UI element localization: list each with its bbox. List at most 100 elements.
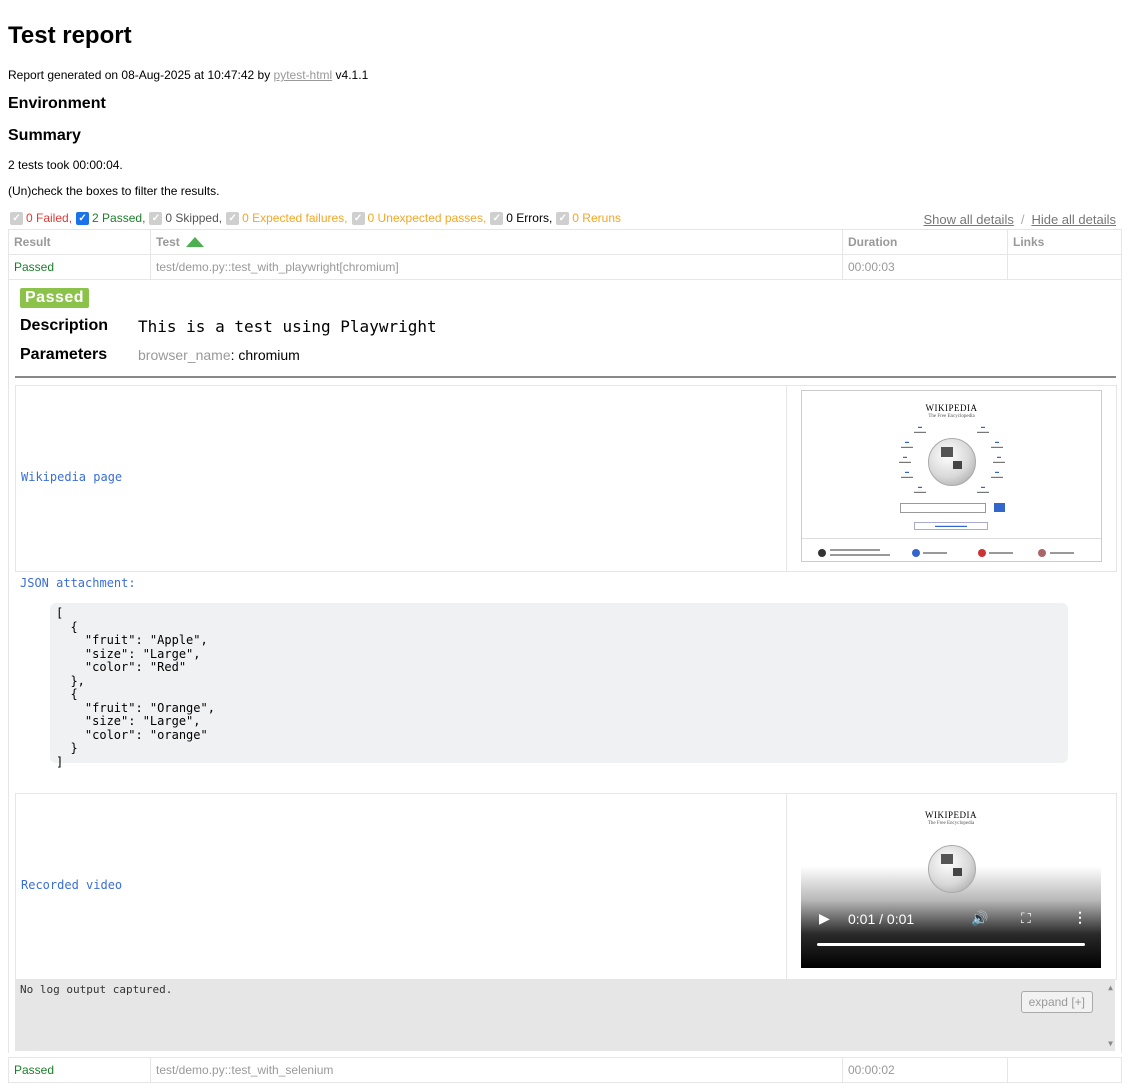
video-player[interactable]: WIKIPEDIA The Free Encyclopedia ▶ 0:01 /… [801,798,1101,968]
filter-xpassed[interactable]: ✓ 0 Unexpected passes, [351,211,487,225]
table-row[interactable]: Passed test/demo.py::test_with_selenium … [8,1057,1122,1083]
wiki-search-box [900,503,986,513]
description-label: Description [20,317,109,334]
status-badge: Passed [20,288,90,308]
parameters-label: Parameters [20,346,108,363]
wiki-footer-divider [802,538,1101,539]
duration-cell: 00:00:03 [842,254,1008,280]
links-cell [1007,1057,1122,1083]
filter-reruns[interactable]: ✓ 0 Reruns [556,211,621,225]
footer-text-line [830,554,890,556]
generated-prefix: Report generated on 08-Aug-2025 at 10:47… [8,68,274,82]
parameter-value-text: : chromium [230,347,300,363]
video-cell: WIKIPEDIA The Free Encyclopedia ▶ 0:01 /… [786,794,1117,979]
scroll-down-icon[interactable]: ▼ [1108,1039,1113,1048]
column-header-test-label: Test [156,235,180,249]
thumbnail-cell: WIKIPEDIA The Free Encyclopedia ▬ ▬▬▬ ▬ ▬▬… [786,386,1117,571]
filter-skipped-label: 0 Skipped, [165,211,223,225]
commons-icon [912,549,920,557]
filter-failed-checkbox[interactable]: ✓ [10,211,23,225]
parameter-value: browser_name: chromium [138,347,300,363]
wikipedia-attachment: Wikipedia page WIKIPEDIA The Free Encycl… [15,385,1117,572]
lang-link: ▬ ▬▬▬ [899,454,911,464]
wiki-tagline: The Free Encyclopedia [928,414,975,419]
details-separator: / [1020,212,1025,227]
wikipedia-globe-icon [928,438,976,486]
more-options-icon[interactable]: ⋮ [1073,909,1087,926]
lang-link: ▬ ▬▬▬ [993,454,1005,464]
filter-reruns-checkbox[interactable]: ✓ [556,211,570,225]
filter-skipped-checkbox[interactable]: ✓ [149,211,163,225]
footer-text-line [989,552,1013,554]
parameter-key: browser_name [138,347,231,363]
filter-xfailed-label: 0 Expected failures, [242,211,348,225]
column-header-duration[interactable]: Duration [842,229,1008,255]
lang-link: ▬ ▬▬▬ [914,484,926,494]
filter-xfailed[interactable]: ✓ 0 Expected failures, [226,211,348,225]
filter-passed-label: 2 Passed, [92,211,146,225]
video-progress-bar[interactable] [817,943,1085,946]
play-icon[interactable]: ▶ [819,910,830,927]
test-cell: test/demo.py::test_with_playwright[chrom… [150,254,843,280]
wiki-language-button: ▬▬▬▬▬▬▬▬ [914,522,988,530]
filter-skipped[interactable]: ✓ 0 Skipped, [149,211,222,225]
wiki-search-icon [994,503,1005,512]
log-output[interactable]: No log output captured. expand [+] ▲ ▼ [15,979,1115,1051]
filter-failed[interactable]: ✓ 0 Failed, [10,211,72,225]
filter-failed-label: 0 Failed, [26,211,73,225]
json-attachment-content: [ { "fruit": "Apple", "size": "Large", "… [50,603,1068,768]
fullscreen-icon[interactable]: ⛶ [1021,910,1031,927]
log-text: No log output captured. [20,983,173,996]
column-header-result[interactable]: Result [8,229,151,255]
result-cell: Passed [8,1057,151,1083]
filter-errors-checkbox[interactable]: ✓ [490,211,504,225]
wikipedia-thumbnail[interactable]: WIKIPEDIA The Free Encyclopedia ▬ ▬▬▬ ▬ ▬▬… [801,390,1102,562]
video-link[interactable]: Recorded video [21,878,122,892]
column-header-links: Links [1007,229,1122,255]
details-toggle: Show all details / Hide all details [924,212,1117,227]
filter-passed-checkbox[interactable]: ✓ [76,211,90,225]
volume-icon[interactable]: 🔊 [971,910,988,927]
summary-heading: Summary [8,127,81,144]
video-attachment: Recorded video WIKIPEDIA The Free Encycl… [15,793,1117,980]
scroll-up-icon[interactable]: ▲ [1108,983,1113,992]
filter-errors[interactable]: ✓ 0 Errors, [490,211,552,225]
table-row[interactable]: Passed test/demo.py::test_with_playwrigh… [8,254,1122,280]
lang-link: ▬ ▬▬▬ [977,484,989,494]
filter-xpassed-label: 0 Unexpected passes, [367,211,487,225]
lang-link: ▬ ▬▬▬ [901,469,913,479]
duration-cell: 00:00:02 [842,1057,1008,1083]
lang-link: ▬ ▬▬▬ [914,424,926,434]
hide-all-details-link[interactable]: Hide all details [1031,212,1116,227]
test-details-panel: Passed Description This is a test using … [8,279,1122,1053]
wikimedia-icon [818,549,826,557]
footer-text-line [830,549,880,551]
page-title: Test report [8,22,132,49]
table-header-row: Result Test Duration Links [8,229,1122,255]
lang-link: ▬ ▬▬▬ [977,424,989,434]
column-header-test[interactable]: Test [150,229,843,255]
json-attachment-label: JSON attachment: [20,576,136,590]
test-cell: test/demo.py::test_with_selenium [150,1057,843,1083]
results-table-continued: Passed test/demo.py::test_with_selenium … [8,1057,1122,1083]
wiktionary-icon [1038,549,1046,557]
links-cell [1007,254,1122,280]
filter-xpassed-checkbox[interactable]: ✓ [351,211,365,225]
result-cell: Passed [8,254,151,280]
sort-ascending-icon [185,237,204,247]
description-value: This is a test using Playwright [138,317,437,336]
wiki-logo-text: WIKIPEDIA [925,403,978,413]
footer-text-line [1050,552,1074,554]
environment-heading[interactable]: Environment [8,95,106,113]
video-time: 0:01 / 0:01 [848,911,915,927]
expand-button[interactable]: expand [+] [1020,991,1093,1013]
pytest-html-link[interactable]: pytest-html [274,68,333,82]
show-all-details-link[interactable]: Show all details [924,212,1014,227]
wikipedia-link[interactable]: Wikipedia page [21,470,122,484]
filter-reruns-label: 0 Reruns [572,211,621,225]
summary-text: 2 tests took 00:00:04. [8,158,123,172]
generated-suffix: v4.1.1 [332,68,369,82]
filter-errors-label: 0 Errors, [506,211,553,225]
filter-xfailed-checkbox[interactable]: ✓ [226,211,240,225]
filter-passed[interactable]: ✓ 2 Passed, [76,211,145,225]
